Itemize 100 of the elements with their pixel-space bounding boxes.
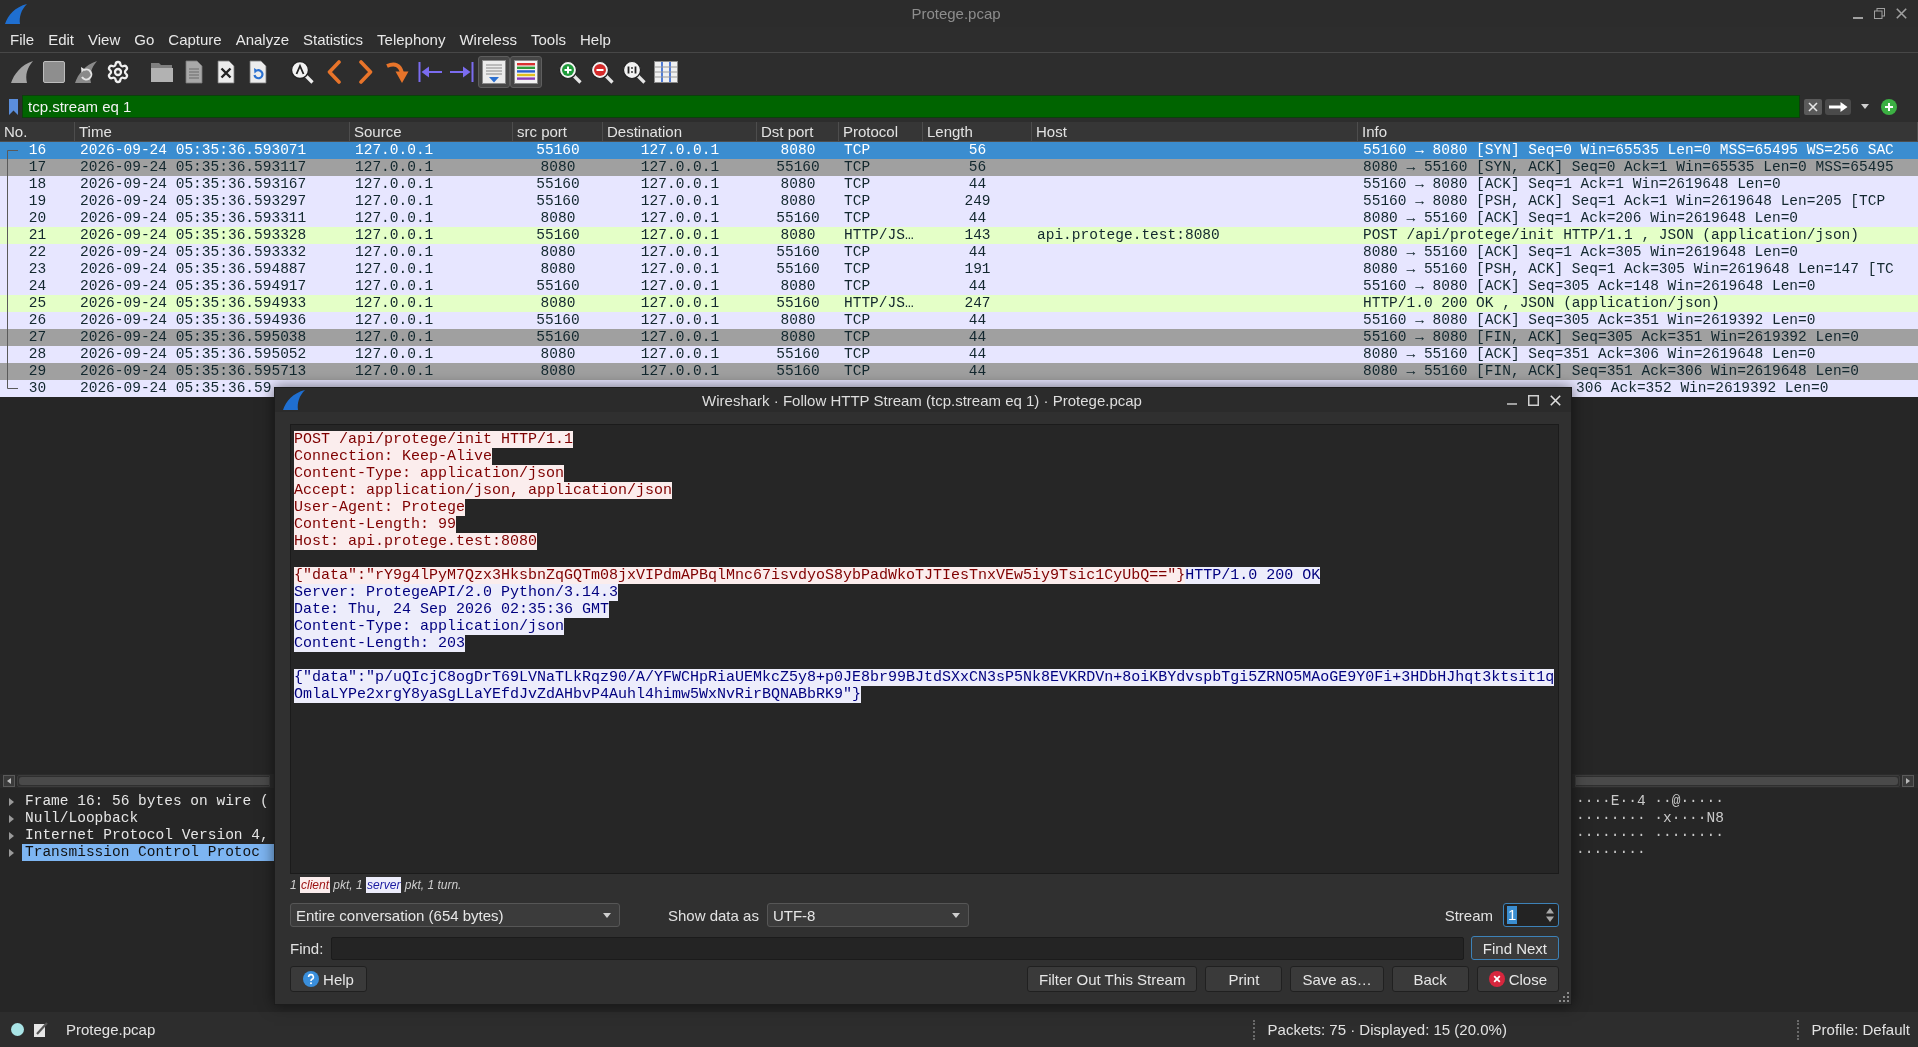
menu-item[interactable]: Analyze [228, 31, 297, 48]
column-header[interactable]: Info [1358, 122, 1918, 141]
menu-item[interactable]: Capture [161, 31, 229, 48]
status-dot-icon[interactable] [11, 1023, 24, 1036]
shark-fin-icon[interactable] [10, 60, 34, 84]
column-header[interactable]: Length [923, 122, 1032, 141]
packet-row[interactable]: 29 2026-09-24 05:35:36.595713 127.0.0.1 8080 127.0.0.1 55160 TCP 44 8080 → 55160 [FIN, ACK] Seq=351 Ack=306 Win=2619648 Len=0 [0, 363, 1918, 380]
packet-row[interactable]: 23 2026-09-24 05:35:36.594887 127.0.0.1 8080 127.0.0.1 55160 TCP 191 8080 → 55160 [PSH, ACK] Seq=1 Ack=305 Win=2619648 Len=147 [TC [0, 261, 1918, 278]
horizontal-scrollbar[interactable] [1575, 775, 1900, 787]
tree-item[interactable]: Internet Protocol Version 4, [22, 827, 274, 844]
time-text: 2026-09-24 05:35:36.595713 [80, 363, 307, 379]
display-filter-field[interactable]: tcp.stream eq 1 [22, 95, 1800, 118]
destination-port-text: 8080 [780, 227, 816, 243]
packet-row[interactable]: 19 2026-09-24 05:35:36.593297 127.0.0.1 55160 127.0.0.1 8080 TCP 249 55160 → 8080 [PSH, ACK] Seq=1 Ack=1 Win=2619648 Len=205 [TCP [0, 193, 1918, 210]
time-text: 2026-09-24 05:35:36.594887 [80, 261, 307, 277]
menu-item[interactable]: View [81, 31, 128, 48]
columns-icon[interactable] [654, 61, 678, 83]
profile-text: Profile: Default [1811, 1021, 1910, 1038]
chevron-left-icon[interactable] [327, 60, 341, 84]
expander-icon[interactable] [9, 848, 14, 857]
packet-row[interactable]: 24 2026-09-24 05:35:36.594917 127.0.0.1 55160 127.0.0.1 8080 TCP 44 55160 → 8080 [ACK] Seq=305 Ack=148 Win=2619648 Len=0 [0, 278, 1918, 295]
packet-row[interactable]: 21 2026-09-24 05:35:36.593328 127.0.0.1 55160 127.0.0.1 8080 HTTP/JS… 143 api.protege.test:8080 POST /api/protege/init HTTP/1.1 , JSON (application/json) [0, 227, 1918, 244]
tree-item[interactable]: Frame 16: 56 bytes on wire ( [22, 793, 274, 810]
menu-item[interactable]: Help [573, 31, 618, 48]
dialog-button[interactable]: Back [1391, 966, 1469, 992]
zoom-reset-icon[interactable] [622, 60, 646, 84]
packet-row[interactable]: 27 2026-09-24 05:35:36.595038 127.0.0.1 55160 127.0.0.1 8080 TCP 44 55160 → 8080 [FIN, ACK] Seq=305 Ack=351 Win=2619392 Len=0 [0, 329, 1918, 346]
zoom-out-icon[interactable] [590, 60, 614, 84]
arrow-right-icon[interactable] [1825, 98, 1851, 115]
caret-down-icon[interactable] [603, 912, 611, 918]
zoom-in-icon[interactable] [558, 60, 582, 84]
column-header[interactable]: src port [513, 122, 603, 141]
folder-icon[interactable] [150, 61, 174, 83]
encoding-dropdown[interactable]: UTF-8 [766, 903, 969, 927]
caret-down-icon[interactable] [951, 912, 960, 918]
tree-item[interactable]: Transmission Control Protoc [22, 844, 274, 861]
help-button[interactable]: Help [290, 966, 367, 992]
menu-item[interactable]: Go [127, 31, 162, 48]
length-text: 249 [964, 193, 991, 209]
menu-item[interactable]: Telephony [370, 31, 453, 48]
column-header[interactable]: Host [1032, 122, 1358, 141]
settings-icon[interactable] [106, 60, 130, 84]
search-icon[interactable] [290, 60, 314, 84]
dialog-button[interactable]: Print [1205, 966, 1283, 992]
column-header[interactable]: Dst port [757, 122, 839, 141]
conversation-dropdown[interactable]: Entire conversation (654 bytes) [290, 903, 620, 927]
info-text: 8080 → 55160 [ACK] Seq=1 Ack=305 Win=2619648 Len=0 [1363, 244, 1799, 260]
column-header[interactable]: No. [0, 122, 75, 141]
close-icon[interactable] [1896, 8, 1907, 19]
document-icon[interactable] [182, 60, 206, 84]
spin-arrows-icon[interactable] [1545, 907, 1555, 923]
packet-row[interactable]: 18 2026-09-24 05:35:36.593167 127.0.0.1 55160 127.0.0.1 8080 TCP 44 55160 → 8080 [ACK] Seq=1 Ack=1 Win=2619648 Len=0 [0, 176, 1918, 193]
document-x-icon[interactable] [214, 60, 238, 84]
expander-icon[interactable] [9, 814, 14, 823]
arrow-to-start-icon[interactable] [418, 62, 442, 82]
protocol-text: TCP [844, 261, 871, 277]
maximize-icon[interactable] [1528, 394, 1539, 406]
horizontal-scrollbar[interactable] [17, 775, 270, 787]
dialog-button[interactable]: Save as… [1290, 966, 1384, 992]
stream-spinbox[interactable]: 1 [1503, 903, 1559, 927]
document-reload-icon[interactable] [246, 60, 270, 84]
column-header[interactable]: Destination [603, 122, 757, 141]
resize-grip-icon[interactable] [1559, 992, 1569, 1002]
file-name-text: Protege.pcap [66, 1021, 156, 1038]
minimize-icon[interactable] [1853, 16, 1863, 19]
packet-row[interactable]: 16 2026-09-24 05:35:36.593071 127.0.0.1 55160 127.0.0.1 8080 TCP 56 55160 → 8080 [SYN] Seq=0 Win=65535 Len=0 MSS=65495 WS=256 SAC [0, 142, 1918, 159]
clear-icon[interactable] [1804, 98, 1822, 115]
restart-icon[interactable] [74, 60, 98, 84]
scroll-left-icon[interactable] [3, 775, 15, 787]
menu-item[interactable]: File [3, 31, 42, 48]
length-text: 44 [968, 346, 987, 362]
curved-arrow-icon[interactable] [386, 60, 410, 84]
time-text: 2026-09-24 05:35:36.594933 [80, 295, 307, 311]
column-header[interactable]: Time [75, 122, 350, 141]
menu-item[interactable]: Statistics [296, 31, 371, 48]
edit-note-icon[interactable] [34, 1022, 48, 1037]
packet-row[interactable]: 20 2026-09-24 05:35:36.593311 127.0.0.1 8080 127.0.0.1 55160 TCP 44 8080 → 55160 [ACK] Seq=1 Ack=206 Win=2619648 Len=0 [0, 210, 1918, 227]
packet-row[interactable]: 17 2026-09-24 05:35:36.593117 127.0.0.1 8080 127.0.0.1 55160 TCP 56 8080 → 55160 [SYN, ACK] Seq=0 Ack=1 Win=65535 Len=0 MSS=65495 [0, 159, 1918, 176]
packet-row[interactable]: 26 2026-09-24 05:35:36.594936 127.0.0.1 55160 127.0.0.1 8080 TCP 44 55160 → 8080 [ACK] Seq=305 Ack=351 Win=2619392 Len=0 [0, 312, 1918, 329]
expander-icon[interactable] [9, 831, 14, 840]
find-next-button[interactable]: Find Next [1470, 936, 1559, 960]
restore-icon[interactable] [1874, 8, 1885, 19]
plus-circle-icon[interactable] [1881, 98, 1897, 115]
expander-icon[interactable] [9, 797, 14, 806]
tree-item[interactable]: Null/Loopback [22, 810, 274, 827]
chevron-right-icon[interactable] [359, 60, 373, 84]
scroll-right-icon[interactable] [1902, 775, 1914, 787]
caret-down-icon[interactable] [1861, 104, 1869, 109]
packet-row[interactable]: 25 2026-09-24 05:35:36.594933 127.0.0.1 8080 127.0.0.1 55160 HTTP/JS… 247 HTTP/1.0 200 OK , JSON (application/json) [0, 295, 1918, 312]
packet-row[interactable]: 28 2026-09-24 05:35:36.595052 127.0.0.1 8080 127.0.0.1 55160 TCP 44 8080 → 55160 [ACK] Seq=351 Ack=306 Win=2619648 Len=0 [0, 346, 1918, 363]
menu-item[interactable]: Wireless [452, 31, 524, 48]
dialog-button[interactable]: Filter Out This Stream [1027, 966, 1198, 992]
column-header[interactable]: Source [350, 122, 513, 141]
menu-item[interactable]: Edit [41, 31, 82, 48]
packet-row[interactable]: 22 2026-09-24 05:35:36.593332 127.0.0.1 8080 127.0.0.1 55160 TCP 44 8080 → 55160 [ACK] Seq=1 Ack=305 Win=2619648 Len=0 [0, 244, 1918, 261]
arrow-to-end-icon[interactable] [450, 62, 474, 82]
menu-item[interactable]: Tools [523, 31, 573, 48]
close-button[interactable]: Close [1476, 966, 1559, 992]
column-header[interactable]: Protocol [839, 122, 923, 141]
bookmark-icon[interactable] [9, 98, 18, 115]
